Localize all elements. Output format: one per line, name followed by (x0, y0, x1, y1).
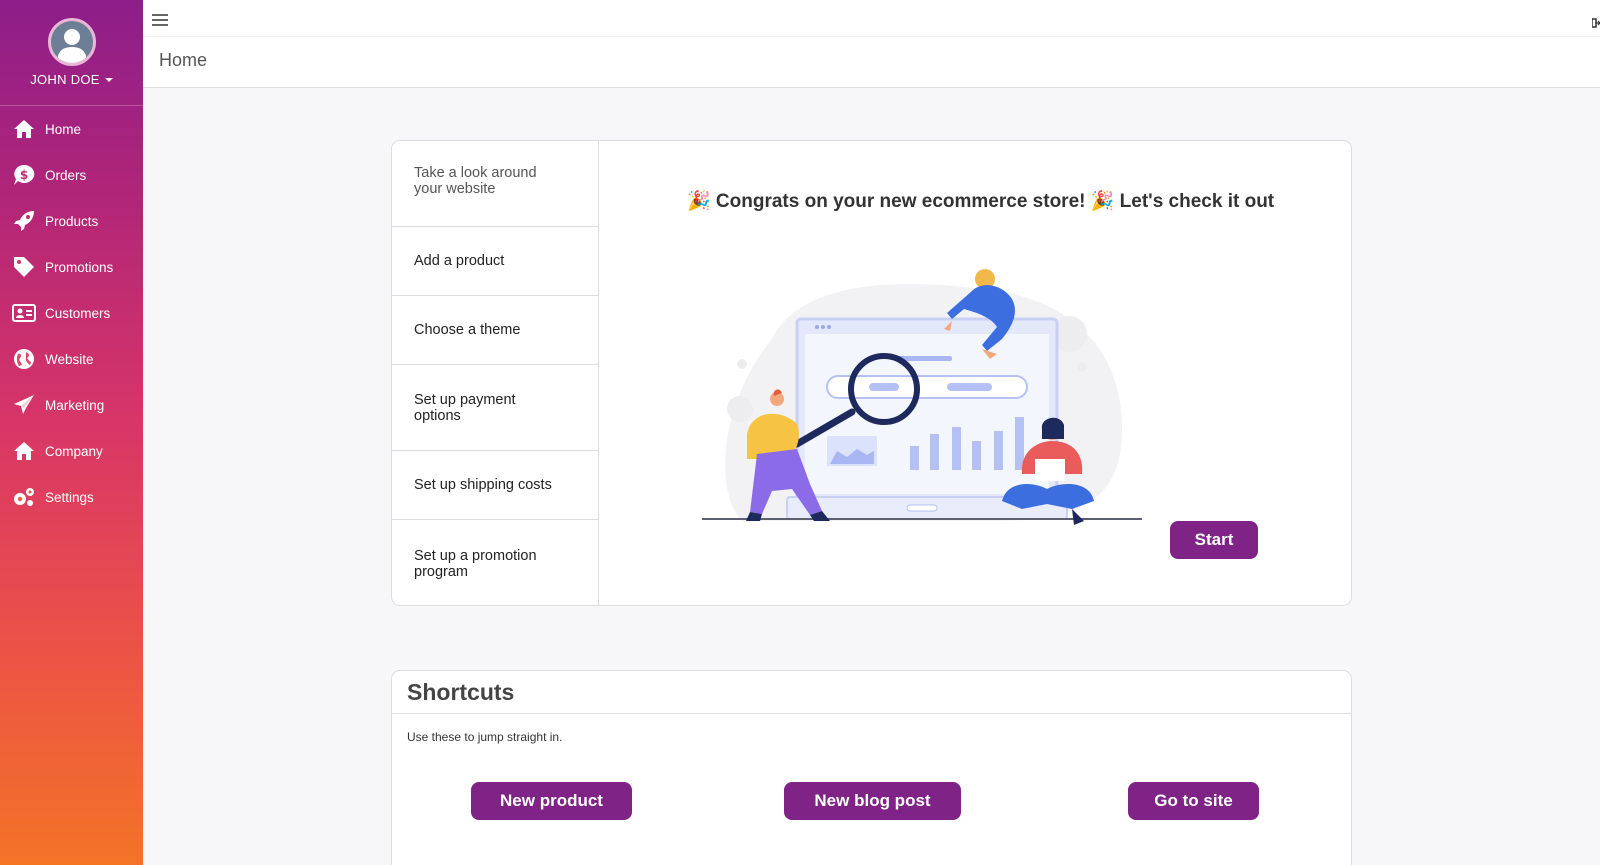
caret-down-icon (104, 77, 113, 82)
hamburger-menu-icon[interactable] (152, 14, 168, 27)
step-shipping-costs[interactable]: Set up shipping costs (392, 451, 598, 520)
paper-plane-icon (12, 393, 36, 417)
sidebar-item-marketing[interactable]: Marketing (0, 382, 143, 428)
sidebar-nav: Home $ Orders Products Promotions Custom… (0, 106, 143, 520)
sidebar-item-orders[interactable]: $ Orders (0, 152, 143, 198)
svg-text:$: $ (20, 168, 28, 182)
onboarding-steps: Take a look around your website Add a pr… (392, 141, 599, 605)
shortcuts-card: Shortcuts Use these to jump straight in.… (391, 670, 1352, 865)
sidebar-item-label: Marketing (45, 397, 105, 413)
sidebar-item-label: Promotions (45, 259, 114, 275)
sidebar-item-settings[interactable]: Settings (0, 474, 143, 520)
sidebar-item-products[interactable]: Products (0, 198, 143, 244)
sidebar-item-label: Customers (45, 305, 111, 321)
sidebar-item-label: Orders (45, 167, 87, 183)
new-blog-post-button[interactable]: New blog post (784, 782, 961, 820)
tag-icon (12, 255, 36, 279)
breadcrumb-bar: Home (143, 37, 1600, 88)
congrats-headline: 🎉 Congrats on your new ecommerce store! … (687, 191, 1275, 212)
step-label: Add a product (414, 253, 505, 269)
step-label: Set up payment options (414, 391, 516, 424)
step-label: Set up shipping costs (414, 477, 552, 493)
step-payment-options[interactable]: Set up payment options (392, 365, 598, 451)
sidebar-item-promotions[interactable]: Promotions (0, 244, 143, 290)
globe-icon (12, 347, 36, 371)
gears-icon (12, 485, 36, 509)
sidebar-item-website[interactable]: Website (0, 336, 143, 382)
address-card-icon (12, 301, 36, 325)
sidebar-item-label: Website (45, 351, 94, 367)
new-product-button[interactable]: New product (471, 782, 632, 820)
shortcuts-title: Shortcuts (392, 671, 1351, 714)
shortcuts-subtitle: Use these to jump straight in. (407, 730, 563, 744)
username-label: JOHN DOE (30, 72, 100, 87)
user-silhouette-icon (56, 29, 87, 63)
avatar[interactable] (47, 18, 96, 66)
user-menu-toggle[interactable]: JOHN DOE (30, 72, 113, 87)
onboarding-card: Take a look around your website Add a pr… (391, 140, 1352, 606)
step-label: Set up a promotion program (414, 547, 537, 580)
sidebar-item-label: Products (45, 213, 99, 229)
dollar-bubble-icon: $ (12, 163, 36, 187)
top-bar (143, 0, 1600, 37)
sidebar: JOHN DOE Home $ Orders Products Promotio… (0, 0, 143, 865)
sidebar-item-home[interactable]: Home (0, 106, 143, 152)
home-icon (12, 439, 36, 463)
sidebar-item-label: Settings (45, 489, 94, 505)
sidebar-item-label: Home (45, 121, 82, 137)
step-look-around[interactable]: Take a look around your website (392, 141, 598, 227)
home-icon (12, 117, 36, 141)
sidebar-item-customers[interactable]: Customers (0, 290, 143, 336)
store-check-illustration (702, 269, 1142, 525)
step-promotion-program[interactable]: Set up a promotion program (392, 520, 598, 605)
go-to-site-button[interactable]: Go to site (1128, 782, 1259, 820)
rocket-icon (12, 209, 36, 233)
page-title: Home (159, 50, 208, 70)
logout-icon[interactable] (1591, 15, 1600, 28)
step-choose-theme[interactable]: Choose a theme (392, 296, 598, 365)
sidebar-item-label: Company (45, 443, 103, 459)
step-label: Take a look around your website (414, 165, 537, 197)
sidebar-item-company[interactable]: Company (0, 428, 143, 474)
step-label: Choose a theme (414, 322, 521, 338)
step-add-product[interactable]: Add a product (392, 227, 598, 296)
user-profile: JOHN DOE (0, 0, 143, 106)
start-button[interactable]: Start (1170, 521, 1258, 559)
